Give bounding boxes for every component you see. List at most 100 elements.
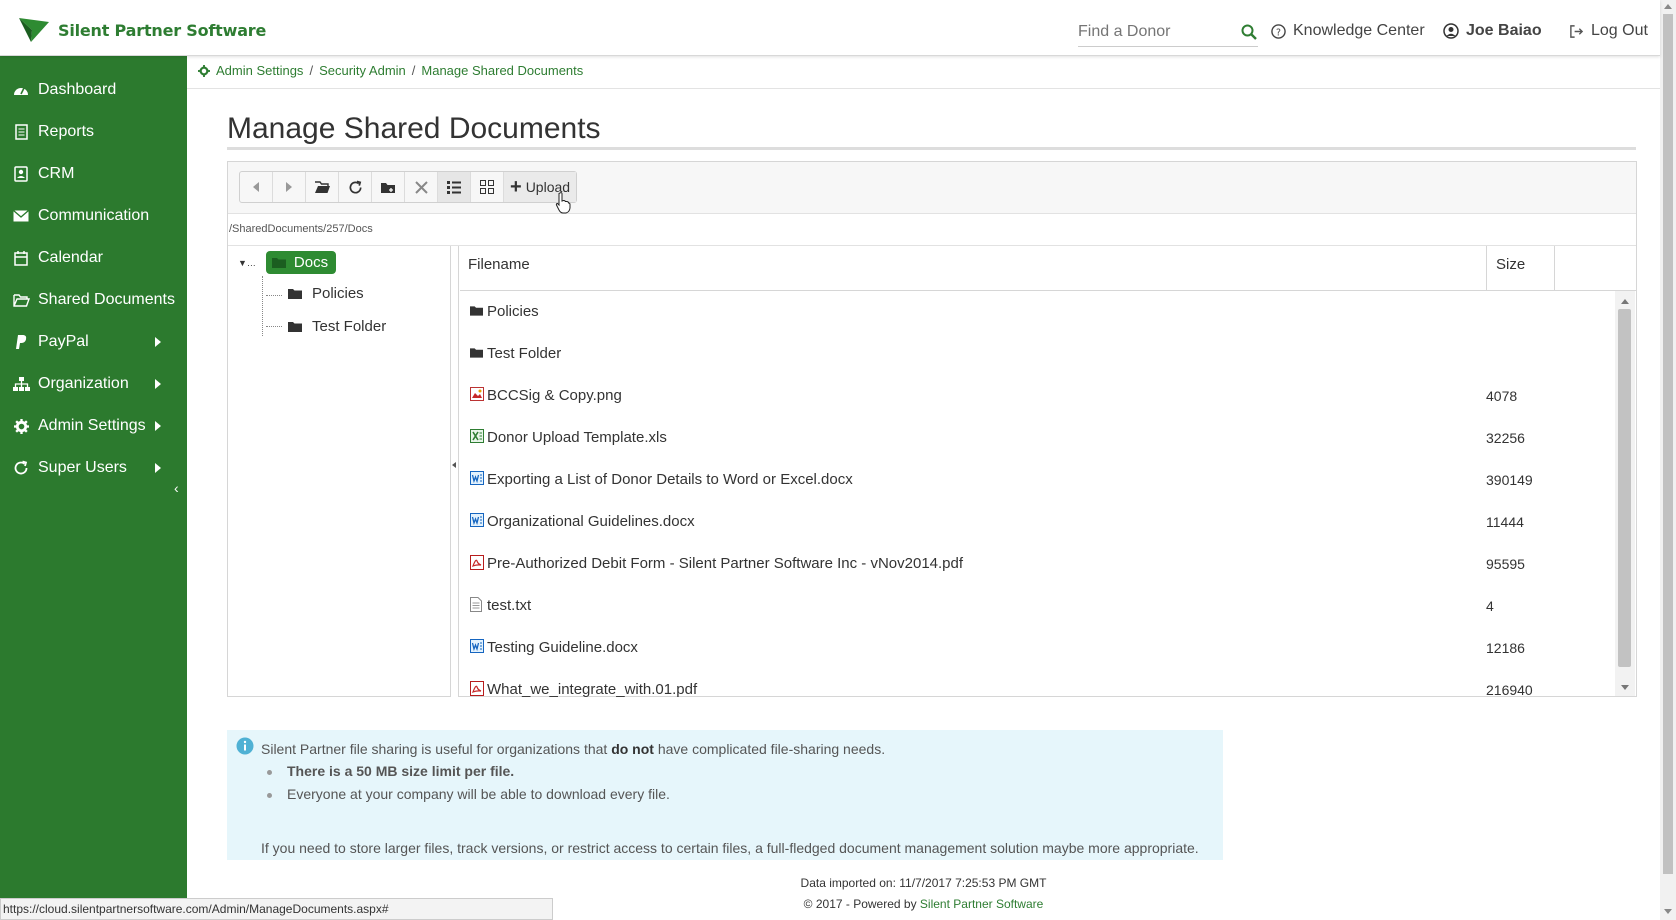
table-row[interactable]: Donor Upload Template.xls 32256 [460,417,1550,459]
caret-right-icon [155,337,161,347]
refresh-button[interactable] [339,172,372,202]
sidebar-item-crm[interactable]: CRM [0,153,187,195]
file-name: Testing Guideline.docx [487,639,638,656]
table-row[interactable]: Test Folder [460,333,1550,375]
search-icon[interactable] [1241,24,1257,43]
sidebar-item-reports[interactable]: Reports [0,111,187,153]
splitter-collapse-icon[interactable] [452,462,456,468]
list-view-button[interactable] [438,172,471,202]
sidebar-item-dashboard[interactable]: Dashboard [0,69,187,111]
file-list-scrollbar[interactable] [1615,291,1635,696]
sidebar-item-super-users[interactable]: Super Users [0,447,187,489]
scroll-down-icon[interactable] [1664,909,1672,914]
file-size: 95595 [1486,556,1525,572]
table-row[interactable]: Organizational Guidelines.docx 11444 [460,501,1550,543]
tree-node-test-folder[interactable]: Test Folder [288,318,386,335]
current-path: /SharedDocuments/257/Docs [228,214,1636,246]
tree-node-policies[interactable]: Policies [288,285,364,302]
grid-view-icon [480,180,494,194]
user-menu[interactable]: Joe Baiao [1443,22,1542,40]
scrollbar-thumb[interactable] [1618,309,1631,667]
calendar-icon [12,250,30,266]
knowledge-center-link[interactable]: ? Knowledge Center [1271,22,1425,40]
pdf-file-icon [470,681,484,696]
table-row[interactable]: BCCSig & Copy.png 4078 [460,375,1550,417]
tree-node-label: Docs [293,254,329,271]
breadcrumb-security-admin[interactable]: Security Admin [319,63,406,78]
table-row[interactable]: What_we_integrate_with.01.pdf 216940 [460,669,1550,711]
sidebar-item-admin-settings[interactable]: Admin Settings [0,405,187,447]
sign-out-icon [1569,24,1584,39]
arrow-right-icon [286,182,292,192]
logo[interactable]: Silent Partner Software [18,16,266,44]
word-file-icon [470,513,484,527]
tree-connector [266,326,282,327]
excel-file-icon [470,429,484,443]
sidebar-item-calendar[interactable]: Calendar [0,237,187,279]
sidebar-item-communication[interactable]: Communication [0,195,187,237]
browser-status-bar: https://cloud.silentpartnersoftware.com/… [0,898,553,920]
file-rows: Policies Test Folder BCCSig & Copy.png 4… [460,291,1550,711]
plus-icon: + [510,176,522,198]
info-text: have complicated file-sharing needs. [653,741,886,757]
scroll-up-icon[interactable] [1621,299,1629,304]
tree-node-docs[interactable]: Docs [265,251,337,274]
file-size: 11444 [1486,514,1524,530]
list-item: There is a 50 MB size limit per file. [267,763,670,786]
sidebar-item-paypal[interactable]: PayPal [0,321,187,363]
tree-collapse-toggle[interactable]: ▼… [238,258,256,268]
table-row[interactable]: Policies [460,291,1550,333]
info-alert: Silent Partner file sharing is useful fo… [227,730,1223,860]
pdf-file-icon [470,555,484,570]
column-header-size[interactable]: Size [1496,256,1525,273]
new-folder-icon [381,182,395,193]
caret-right-icon [155,421,161,431]
column-divider[interactable] [1486,246,1487,291]
open-folder-button[interactable] [306,172,339,202]
info-text: Silent Partner file sharing is useful fo… [261,741,612,757]
user-name: Joe Baiao [1466,22,1542,39]
sidebar-item-shared-documents[interactable]: Shared Documents [0,279,187,321]
new-folder-button[interactable] [372,172,405,202]
file-size: 216940 [1486,682,1533,698]
delete-button[interactable] [405,172,438,202]
thumbnail-view-button[interactable] [471,172,504,202]
scroll-up-icon[interactable] [1664,4,1672,9]
file-size: 12186 [1486,640,1525,656]
logout-link[interactable]: Log Out [1569,22,1648,40]
sidebar-item-label: Shared Documents [38,291,175,308]
breadcrumb-separator: / [309,63,314,78]
column-header-filename[interactable]: Filename [468,256,530,273]
tree-node-label: Policies [312,285,364,302]
file-size: 4078 [1486,388,1518,404]
scrollbar-thumb[interactable] [1663,14,1673,874]
find-donor-input[interactable] [1078,17,1258,47]
back-button[interactable] [240,172,273,202]
sidebar-item-organization[interactable]: Organization [0,363,187,405]
folder-tree: ▼… Docs Policies Test Folder [228,246,451,697]
table-row[interactable]: Testing Guideline.docx 12186 [460,627,1550,669]
folder-icon [288,288,302,299]
file-name: Pre-Authorized Debit Form - Silent Partn… [487,555,964,572]
table-row[interactable]: Pre-Authorized Debit Form - Silent Partn… [460,543,1550,585]
sidebar-item-label: Organization [38,375,129,392]
question-circle-icon: ? [1271,23,1286,39]
window-scrollbar[interactable] [1660,0,1676,920]
top-bar: Silent Partner Software ? Knowledge Cent… [0,0,1660,56]
scroll-down-icon[interactable] [1621,685,1629,690]
collapse-sidebar-button[interactable]: ‹ [174,480,179,496]
sitemap-icon [12,377,30,391]
breadcrumb-admin-settings[interactable]: Admin Settings [216,63,303,78]
breadcrumb-manage-shared-documents[interactable]: Manage Shared Documents [421,63,583,78]
footer-brand-link[interactable]: Silent Partner Software [920,897,1043,911]
file-manager: + Upload /SharedDocuments/257/Docs ▼… Do… [227,161,1637,698]
table-row[interactable]: Exporting a List of Donor Details to Wor… [460,459,1550,501]
forward-button[interactable] [273,172,306,202]
file-name: Donor Upload Template.xls [487,429,667,446]
dashboard-icon [12,83,30,97]
table-row[interactable]: test.txt 4 [460,585,1550,627]
file-name: What_we_integrate_with.01.pdf [487,681,698,698]
folder-icon [271,257,286,268]
pane-splitter[interactable] [451,246,459,697]
toolbar-button-group: + Upload [239,171,578,203]
